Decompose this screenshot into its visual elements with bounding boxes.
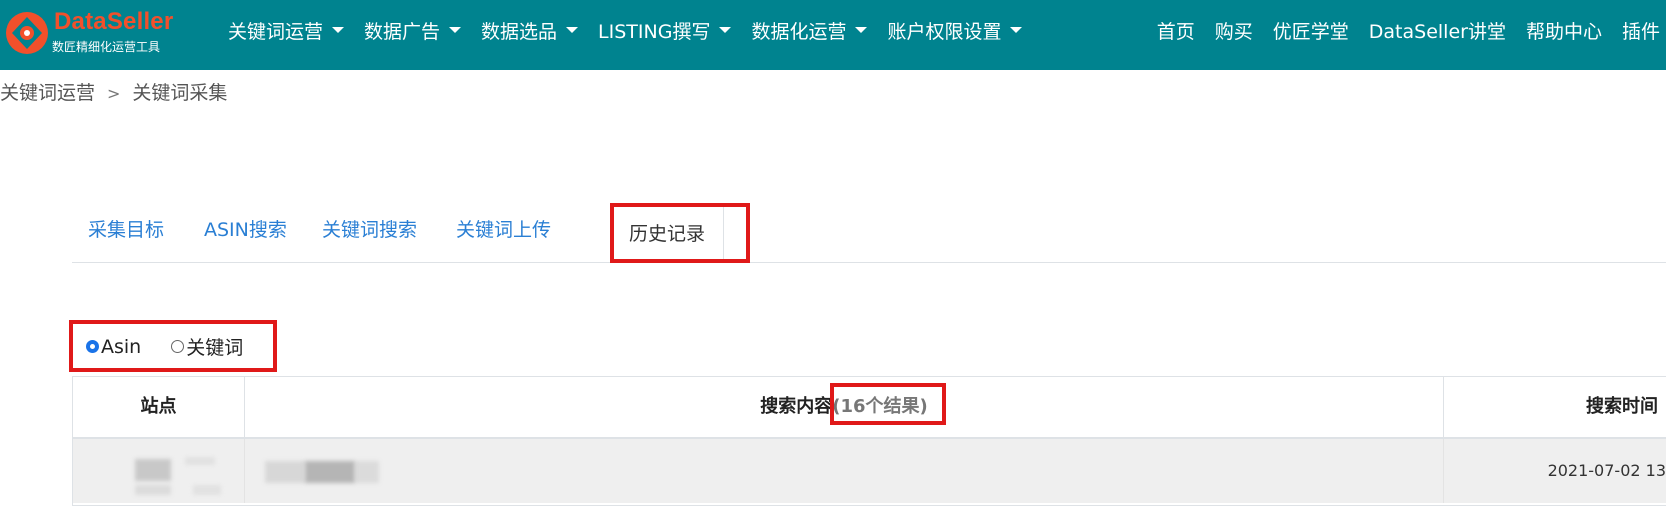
breadcrumb: 关键词运营 > 关键词采集 bbox=[0, 78, 227, 105]
redacted-blur bbox=[185, 457, 215, 465]
nav-link-buy[interactable]: 购买 bbox=[1215, 17, 1253, 44]
brand-logo[interactable]: DataSeller 数匠精细化运营工具 bbox=[0, 4, 180, 60]
chevron-down-icon bbox=[449, 27, 462, 33]
tab-history[interactable]: 历史记录 bbox=[610, 205, 725, 263]
chevron-down-icon bbox=[1010, 27, 1023, 33]
nav-link-academy[interactable]: 优匠学堂 bbox=[1273, 17, 1349, 44]
tab-asin-search[interactable]: ASIN搜索 bbox=[204, 215, 287, 242]
menu-data-ads[interactable]: 数据广告 bbox=[364, 17, 462, 44]
result-count: (16个结果) bbox=[832, 396, 928, 417]
menu-data-operations[interactable]: 数据化运营 bbox=[751, 17, 868, 44]
nav-link-home[interactable]: 首页 bbox=[1157, 17, 1195, 44]
chevron-down-icon bbox=[332, 27, 345, 33]
radio-checked-icon[interactable] bbox=[86, 340, 99, 353]
nav-link-plugin[interactable]: 插件 bbox=[1622, 17, 1660, 44]
menu-label: 数据广告 bbox=[364, 20, 441, 43]
cell-time: 2021-07-02 13 bbox=[1444, 439, 1666, 503]
menu-label: 数据化运营 bbox=[751, 20, 847, 43]
table-row[interactable]: 2021-07-02 13 bbox=[73, 439, 1666, 503]
breadcrumb-current: 关键词采集 bbox=[132, 82, 228, 104]
breadcrumb-parent[interactable]: 关键词运营 bbox=[0, 82, 95, 104]
column-header-time: 搜索时间 bbox=[1444, 377, 1666, 437]
redacted-blur bbox=[193, 485, 221, 495]
right-nav: 首页 购买 优匠学堂 DataSeller讲堂 帮助中心 插件 bbox=[1137, 0, 1666, 60]
top-navbar: DataSeller 数匠精细化运营工具 关键词运营 数据广告 数据选品 LIS… bbox=[0, 0, 1666, 70]
cell-content bbox=[245, 439, 1444, 503]
menu-label: 关键词运营 bbox=[228, 20, 324, 43]
tab-keyword-search[interactable]: 关键词搜索 bbox=[322, 215, 417, 242]
radio-unchecked-icon[interactable] bbox=[171, 340, 185, 353]
column-header-content: 搜索内容(16个结果) bbox=[245, 377, 1444, 437]
dataseller-logo-icon bbox=[6, 12, 48, 54]
chevron-down-icon bbox=[855, 27, 868, 33]
column-header-site: 站点 bbox=[73, 377, 245, 437]
cell-site bbox=[73, 439, 245, 503]
menu-product-selection[interactable]: 数据选品 bbox=[481, 17, 579, 44]
menu-keyword-ops[interactable]: 关键词运营 bbox=[228, 17, 345, 44]
brand-name: DataSeller bbox=[54, 8, 174, 35]
search-type-radio-group: Asin 关键词 bbox=[86, 333, 243, 360]
tab-collect-target[interactable]: 采集目标 bbox=[88, 215, 164, 242]
redacted-blur bbox=[355, 461, 379, 483]
redacted-blur bbox=[135, 485, 171, 495]
menu-account-permissions[interactable]: 账户权限设置 bbox=[887, 17, 1023, 44]
tab-bar: 采集目标 ASIN搜索 关键词搜索 关键词上传 历史记录 bbox=[72, 205, 1666, 263]
radio-asin[interactable]: Asin bbox=[86, 336, 141, 358]
chevron-down-icon bbox=[719, 27, 732, 33]
redacted-blur bbox=[305, 461, 355, 483]
history-table: 站点 搜索内容(16个结果) 搜索时间 2021-07-02 13 bbox=[72, 376, 1666, 506]
redacted-blur bbox=[265, 461, 305, 483]
menu-listing-writing[interactable]: LISTING撰写 bbox=[598, 17, 732, 44]
table-header: 站点 搜索内容(16个结果) 搜索时间 bbox=[73, 377, 1666, 439]
main-menu: 关键词运营 数据广告 数据选品 LISTING撰写 数据化运营 账户权限设置 bbox=[228, 0, 1042, 60]
radio-keyword[interactable]: 关键词 bbox=[171, 333, 243, 360]
radio-label-keyword: 关键词 bbox=[186, 337, 244, 359]
breadcrumb-separator: > bbox=[107, 84, 121, 103]
nav-link-lectures[interactable]: DataSeller讲堂 bbox=[1369, 17, 1506, 44]
search-time-value: 2021-07-02 13 bbox=[1547, 461, 1666, 480]
radio-label-asin: Asin bbox=[101, 335, 142, 358]
nav-link-help[interactable]: 帮助中心 bbox=[1526, 17, 1602, 44]
menu-label: LISTING撰写 bbox=[598, 20, 711, 43]
chevron-down-icon bbox=[566, 27, 579, 33]
menu-label: 账户权限设置 bbox=[887, 20, 1002, 43]
column-header-time-label: 搜索时间 bbox=[1586, 396, 1658, 417]
column-header-content-label: 搜索内容 bbox=[760, 396, 833, 417]
brand-tagline: 数匠精细化运营工具 bbox=[52, 40, 161, 54]
menu-label: 数据选品 bbox=[481, 20, 558, 43]
redacted-blur bbox=[135, 459, 171, 481]
tab-keyword-upload[interactable]: 关键词上传 bbox=[456, 215, 551, 242]
